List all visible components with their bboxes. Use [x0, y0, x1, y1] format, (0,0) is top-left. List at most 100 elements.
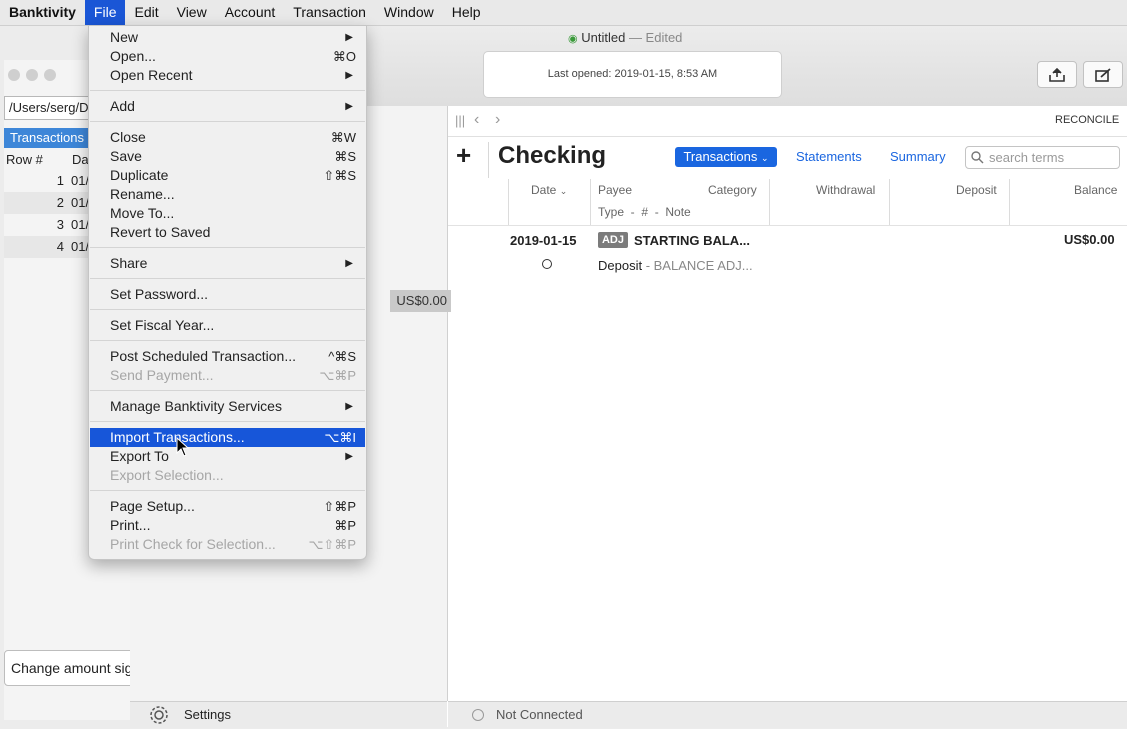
- menu-item-label: Add: [110, 98, 135, 114]
- forward-arrow-icon[interactable]: ›: [495, 111, 500, 129]
- menu-item-save[interactable]: Save ⌘S: [90, 147, 365, 166]
- column-category[interactable]: Category: [708, 183, 757, 197]
- menu-item-shortcut: ⇧⌘P: [323, 499, 356, 514]
- transaction-payee[interactable]: STARTING BALA...: [634, 233, 750, 248]
- transaction-note: - BALANCE ADJ...: [642, 258, 753, 273]
- menu-item-shortcut: ^⌘S: [328, 349, 356, 364]
- column-payee[interactable]: Payee: [598, 183, 632, 197]
- menu-account[interactable]: Account: [216, 0, 285, 25]
- menu-item-label: Export Selection...: [110, 467, 224, 483]
- sort-chevron-icon: ⌄: [559, 186, 568, 196]
- menu-item-post-scheduled-transaction[interactable]: Post Scheduled Transaction... ^⌘S: [90, 347, 365, 366]
- menu-help[interactable]: Help: [443, 0, 490, 25]
- column-balance[interactable]: Balance: [1074, 183, 1117, 197]
- tab-transactions[interactable]: Transactions ⌄: [675, 147, 777, 167]
- submenu-arrow-icon: ▶: [345, 101, 353, 112]
- menu-item-rename[interactable]: Rename...: [90, 185, 365, 204]
- menu-separator: [90, 90, 365, 91]
- row-number: 4: [56, 239, 64, 254]
- navigation-row: [448, 106, 1127, 137]
- submenu-arrow-icon: ▶: [345, 70, 353, 81]
- cleared-status-icon[interactable]: [542, 259, 552, 269]
- menu-app[interactable]: Banktivity: [0, 0, 85, 25]
- window-title-text: Untitled: [581, 30, 626, 45]
- menu-view[interactable]: View: [168, 0, 216, 25]
- document-icon: ◉: [568, 33, 578, 45]
- menu-item-open[interactable]: Open... ⌘O: [90, 47, 365, 66]
- menu-item-share[interactable]: Share ▶: [90, 254, 365, 273]
- minimize-button[interactable]: [26, 69, 38, 81]
- menu-transaction[interactable]: Transaction: [284, 0, 375, 25]
- share-button[interactable]: [1083, 61, 1123, 88]
- search-input[interactable]: search terms: [965, 146, 1120, 169]
- menu-item-revert-to-saved[interactable]: Revert to Saved: [90, 223, 365, 242]
- row-number: 3: [56, 217, 64, 232]
- row-date: 01/: [71, 239, 90, 254]
- menu-item-label: Print...: [110, 517, 151, 533]
- upload-button[interactable]: [1037, 61, 1077, 88]
- zoom-button[interactable]: [44, 69, 56, 81]
- menu-item-shortcut: ⌘P: [334, 518, 356, 533]
- sidebar-toggle-icon[interactable]: |||: [455, 113, 465, 128]
- menu-item-set-fiscal-year[interactable]: Set Fiscal Year...: [90, 316, 365, 335]
- menu-item-page-setup[interactable]: Page Setup... ⇧⌘P: [90, 497, 365, 516]
- row-number: 1: [56, 173, 64, 188]
- menu-item-open-recent[interactable]: Open Recent ▶: [90, 66, 365, 85]
- menu-item-label: Set Password...: [110, 286, 209, 302]
- menu-item-duplicate[interactable]: Duplicate ⇧⌘S: [90, 166, 365, 185]
- menu-item-manage-banktivity-services[interactable]: Manage Banktivity Services ▶: [90, 397, 365, 416]
- menu-item-label: Export To: [110, 448, 169, 464]
- menu-item-label: Open Recent: [110, 67, 193, 83]
- submenu-arrow-icon: ▶: [345, 258, 353, 269]
- account-title: Checking: [498, 142, 607, 169]
- menu-item-export-to[interactable]: Export To ▶: [90, 447, 365, 466]
- row-number: 2: [56, 195, 64, 210]
- settings-button[interactable]: Settings: [184, 707, 231, 722]
- column-withdrawal[interactable]: Withdrawal: [816, 183, 875, 197]
- menu-item-label: New: [110, 29, 139, 45]
- search-placeholder: search terms: [989, 150, 1065, 165]
- column-date[interactable]: Date ⌄: [531, 183, 567, 197]
- add-transaction-button[interactable]: +: [456, 140, 471, 171]
- menu-item-label: Print Check for Selection...: [110, 536, 276, 552]
- chevron-down-icon: ⌄: [761, 153, 769, 163]
- menu-item-new[interactable]: New ▶: [90, 28, 365, 47]
- column-deposit[interactable]: Deposit: [956, 183, 997, 197]
- menu-item-label: Page Setup...: [110, 498, 195, 514]
- menu-item-add[interactable]: Add ▶: [90, 97, 365, 116]
- menu-item-label: Share: [110, 255, 148, 271]
- menu-edit[interactable]: Edit: [125, 0, 167, 25]
- menu-bar: Banktivity File Edit View Account Transa…: [0, 0, 1127, 26]
- back-arrow-icon[interactable]: ‹: [474, 111, 479, 129]
- reconcile-button[interactable]: RECONCILE: [1055, 114, 1119, 126]
- submenu-arrow-icon: ▶: [345, 401, 353, 412]
- menu-file[interactable]: File: [84, 0, 126, 25]
- menu-window[interactable]: Window: [375, 0, 443, 25]
- tab-summary[interactable]: Summary: [890, 149, 946, 164]
- menu-separator: [90, 421, 365, 422]
- menu-separator: [90, 247, 365, 248]
- menu-item-move-to[interactable]: Move To...: [90, 204, 365, 223]
- menu-item-label: Save: [110, 148, 142, 164]
- transaction-balance: US$0.00: [1064, 232, 1115, 247]
- mouse-cursor-icon: [176, 436, 190, 460]
- divider: [488, 142, 489, 178]
- change-amount-sign-button[interactable]: Change amount sig: [4, 650, 140, 686]
- search-icon: [971, 151, 984, 164]
- menu-separator: [90, 121, 365, 122]
- sidebar-footer: [130, 701, 447, 728]
- submenu-arrow-icon: ▶: [345, 451, 353, 462]
- transaction-type-badge: ADJ: [598, 232, 628, 248]
- back-window-traffic-lights: [8, 69, 62, 84]
- connection-status-icon: [472, 709, 484, 721]
- close-button[interactable]: [8, 69, 20, 81]
- menu-item-print[interactable]: Print... ⌘P: [90, 516, 365, 535]
- menu-item-import-transactions[interactable]: Import Transactions... ⌥⌘I: [90, 428, 365, 447]
- gear-icon[interactable]: [148, 704, 170, 729]
- submenu-arrow-icon: ▶: [345, 32, 353, 43]
- menu-item-label: Open...: [110, 48, 156, 64]
- menu-item-close[interactable]: Close ⌘W: [90, 128, 365, 147]
- tab-statements[interactable]: Statements: [796, 149, 862, 164]
- menu-item-set-password[interactable]: Set Password...: [90, 285, 365, 304]
- transaction-date[interactable]: 2019-01-15: [510, 233, 577, 248]
